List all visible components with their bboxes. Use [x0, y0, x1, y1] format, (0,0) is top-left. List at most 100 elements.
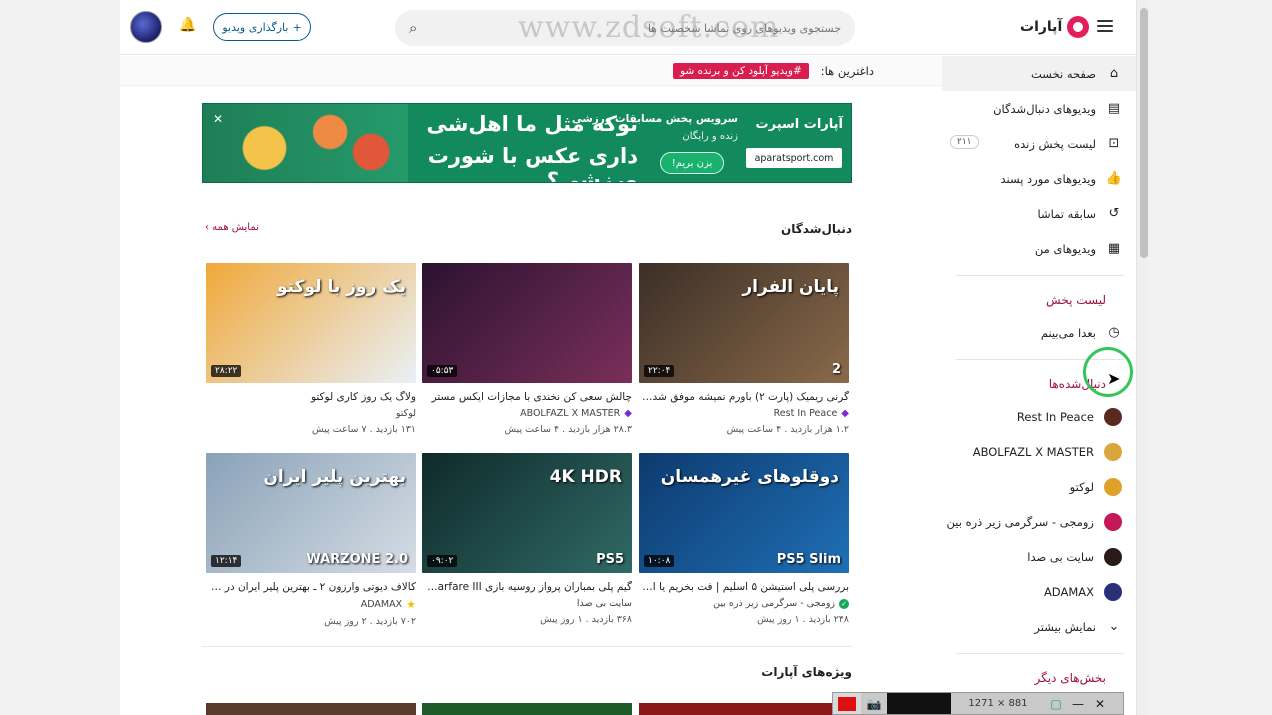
- video-meta: ۷۰۲ بازدید . ۲ روز پیش: [324, 616, 416, 627]
- show-all-link[interactable]: نمایش همه ›: [205, 222, 259, 233]
- thumbnail-caption: پایان الفرار: [742, 277, 839, 297]
- sidebar-channel-item[interactable]: Rest In Peace: [942, 399, 1136, 434]
- video-thumbnail-peek[interactable]: [422, 703, 632, 715]
- channel-name[interactable]: ★ ADAMAX: [206, 598, 416, 611]
- channel-label: سایت بی صدا: [576, 598, 632, 609]
- sidebar-channel-item[interactable]: زومجی - سرگرمی زیر ذره بین: [942, 504, 1136, 539]
- video-title[interactable]: چالش سعی کن نخندی با مجازات ایکس مستر: [422, 391, 632, 403]
- search-input[interactable]: [417, 21, 841, 35]
- video-thumbnail[interactable]: پایان الفرار 2 ۲۲:۰۴: [639, 263, 849, 383]
- channel-name[interactable]: ◆ Rest In Peace: [639, 408, 849, 419]
- sidebar-item-my-videos[interactable]: ▦ ویدیوهای من: [942, 231, 1136, 266]
- video-duration: ۲۲:۰۴: [644, 365, 675, 377]
- video-thumbnail[interactable]: یک روز با لوکتو ۲۸:۲۲: [206, 263, 416, 383]
- sidebar-item-home[interactable]: ⌂ صفحه نخست: [942, 56, 1136, 91]
- channel-label: Rest In Peace: [773, 408, 838, 419]
- channel-avatar: [1104, 407, 1122, 426]
- video-title[interactable]: بررسی پلی استیشن ۵ اسلیم | فت بخریم یا ا…: [639, 581, 849, 593]
- close-banner-icon[interactable]: ✕: [209, 110, 227, 128]
- banner-cta-button[interactable]: بزن بریم!: [660, 152, 724, 174]
- video-card[interactable]: ۰۵:۵۳ چالش سعی کن نخندی با مجازات ایکس مس…: [422, 263, 632, 435]
- search-box[interactable]: ⌕: [395, 10, 855, 46]
- channel-label: ABOLFAZL X MASTER: [520, 408, 621, 419]
- hamburger-menu-icon[interactable]: [1095, 17, 1115, 37]
- channel-name[interactable]: لوکتو: [206, 408, 416, 419]
- sidebar-item-label: زومجی - سرگرمی زیر ذره بین: [946, 514, 1094, 529]
- thumbnail-label: 2: [831, 362, 841, 377]
- video-title[interactable]: کالاف دیوتی وارزون ۲ ـ بهترین پلیر ایران…: [206, 581, 416, 593]
- thumbnail-label: WARZONE 2.0: [306, 552, 408, 567]
- video-thumbnail-peek[interactable]: [206, 703, 416, 715]
- minimize-icon[interactable]: —: [1067, 693, 1089, 714]
- sidebar-item-label: لوکتو: [1069, 479, 1094, 494]
- channel-avatar: [1104, 442, 1122, 461]
- banner-domain-link[interactable]: aparatsport.com: [746, 148, 842, 168]
- trending-tag[interactable]: #ویدیو آپلود کن و برنده شو: [673, 62, 809, 79]
- channel-avatar: [1104, 547, 1122, 566]
- chevron-down-icon: ⌄: [1108, 619, 1120, 634]
- trending-label: داغترین ها:: [820, 63, 874, 78]
- capture-preview: [887, 693, 951, 714]
- sidebar-channel-item[interactable]: لوکتو: [942, 469, 1136, 504]
- camera-icon[interactable]: 📷: [861, 693, 887, 714]
- record-icon: [838, 696, 856, 711]
- banner-headline-2: داری عکس با شورت ورزشی؟: [427, 144, 638, 183]
- sidebar-item-live[interactable]: ⊡ لیست پخش زنده ۲۱۱: [942, 126, 1136, 161]
- sidebar-channel-item[interactable]: سایت بی صدا: [942, 539, 1136, 574]
- live-count-badge: ۲۱۱: [950, 135, 979, 149]
- video-title[interactable]: گیم پلی بمباران پرواز روسیه بازی rn Warf…: [422, 581, 632, 593]
- notification-bell-icon[interactable]: 🔔: [178, 17, 198, 37]
- specials-section-title: ویژه‌های آپارات: [761, 665, 852, 679]
- sidebar-item-watch-later[interactable]: ◷ بعدا می‌بینم: [942, 315, 1136, 350]
- video-card[interactable]: دوقلوهای غیرهمسان PS5 Slim ۱۰:۰۸ بررسی پلی …: [639, 453, 849, 625]
- thumbnail-caption: 4K HDR: [549, 467, 622, 487]
- video-card[interactable]: بهترین پلیر ایران WARZONE 2.0 ۱۲:۱۴ کالاف د…: [206, 453, 416, 627]
- video-thumbnail-peek[interactable]: [639, 703, 849, 715]
- video-thumbnail[interactable]: بهترین پلیر ایران WARZONE 2.0 ۱۲:۱۴: [206, 453, 416, 573]
- video-title[interactable]: ولاگ یک روز کاری لوکتو: [206, 391, 416, 403]
- channel-name[interactable]: سایت بی صدا: [422, 598, 632, 609]
- sidebar-channel-item[interactable]: ADAMAX: [942, 574, 1136, 609]
- video-card[interactable]: 4K HDR PS5 ۰۹:۰۲ گیم پلی بمباران پرواز روسی…: [422, 453, 632, 625]
- sidebar-item-label: ویدیوهای مورد پسند: [1000, 171, 1096, 186]
- close-capture-icon[interactable]: ✕: [1089, 693, 1111, 714]
- video-duration: ۱۰:۰۸: [644, 555, 675, 567]
- sidebar-item-label: ویدیوهای دنبال‌شدگان: [993, 101, 1096, 116]
- sidebar-item-history[interactable]: ↺ سابقه تماشا: [942, 196, 1136, 231]
- video-card[interactable]: یک روز با لوکتو ۲۸:۲۲ ولاگ یک روز کاری لوک…: [206, 263, 416, 435]
- banner-illustration: [203, 104, 408, 182]
- video-thumbnail[interactable]: دوقلوهای غیرهمسان PS5 Slim ۱۰:۰۸: [639, 453, 849, 573]
- user-avatar[interactable]: [130, 11, 162, 43]
- sidebar-item-label: سابقه تماشا: [1037, 206, 1096, 221]
- video-meta: ۲۸.۳ هزار بازدید . ۴ ساعت پیش: [504, 424, 632, 435]
- thumbnail-label: PS5 Slim: [776, 552, 841, 567]
- sidebar-item-label: بعدا می‌بینم: [1040, 325, 1096, 340]
- live-icon: ⊡: [1108, 136, 1120, 151]
- channel-avatar: [1104, 582, 1122, 601]
- scrollbar-thumb[interactable]: [1140, 8, 1148, 258]
- top-header: آپارات ⌕ www.zdsoft.com + بارگذاری ویدیو…: [120, 0, 1136, 55]
- channel-name[interactable]: ◆ ABOLFAZL X MASTER: [422, 408, 632, 419]
- channel-name[interactable]: ✓ زومجی - سرگرمی زیر ذره بین: [639, 598, 849, 609]
- upload-video-button[interactable]: + بارگذاری ویدیو: [213, 13, 311, 41]
- clock-icon: ◷: [1108, 325, 1120, 340]
- page-scrollbar[interactable]: [1136, 0, 1150, 715]
- video-thumbnail[interactable]: 4K HDR PS5 ۰۹:۰۲: [422, 453, 632, 573]
- search-icon[interactable]: ⌕: [409, 19, 417, 37]
- sidebar-channel-item[interactable]: ABOLFAZL X MASTER: [942, 434, 1136, 469]
- video-card[interactable]: پایان الفرار 2 ۲۲:۰۴ گرنی ریمیک (پارت ۲) با…: [639, 263, 849, 435]
- channel-label: لوکتو: [395, 408, 416, 419]
- thumbnail-caption: بهترین پلیر ایران: [263, 467, 406, 487]
- show-more-button[interactable]: ⌄ نمایش بیشتر: [942, 609, 1136, 644]
- fullscreen-icon[interactable]: ▢: [1045, 693, 1067, 714]
- sidebar-item-subscriptions[interactable]: ▤ ویدیوهای دنبال‌شدگان: [942, 91, 1136, 126]
- sidebar-item-like[interactable]: 👍 ویدیوهای مورد پسند: [942, 161, 1136, 196]
- diamond-badge-icon: ◆: [624, 408, 632, 419]
- thumbnail-label: PS5: [596, 552, 624, 567]
- record-button[interactable]: [833, 693, 861, 714]
- aparat-logo[interactable]: آپارات: [1020, 14, 1090, 40]
- ad-banner[interactable]: ✕ توکه مثل ما اهل‌شی داری عکس با شورت ور…: [202, 103, 852, 183]
- video-title[interactable]: گرنی ریمیک (پارت ۲) باورم نمیشه موفق شدم…: [639, 391, 849, 403]
- diamond-badge-icon: ◆: [841, 408, 849, 419]
- video-thumbnail[interactable]: ۰۵:۵۳: [422, 263, 632, 383]
